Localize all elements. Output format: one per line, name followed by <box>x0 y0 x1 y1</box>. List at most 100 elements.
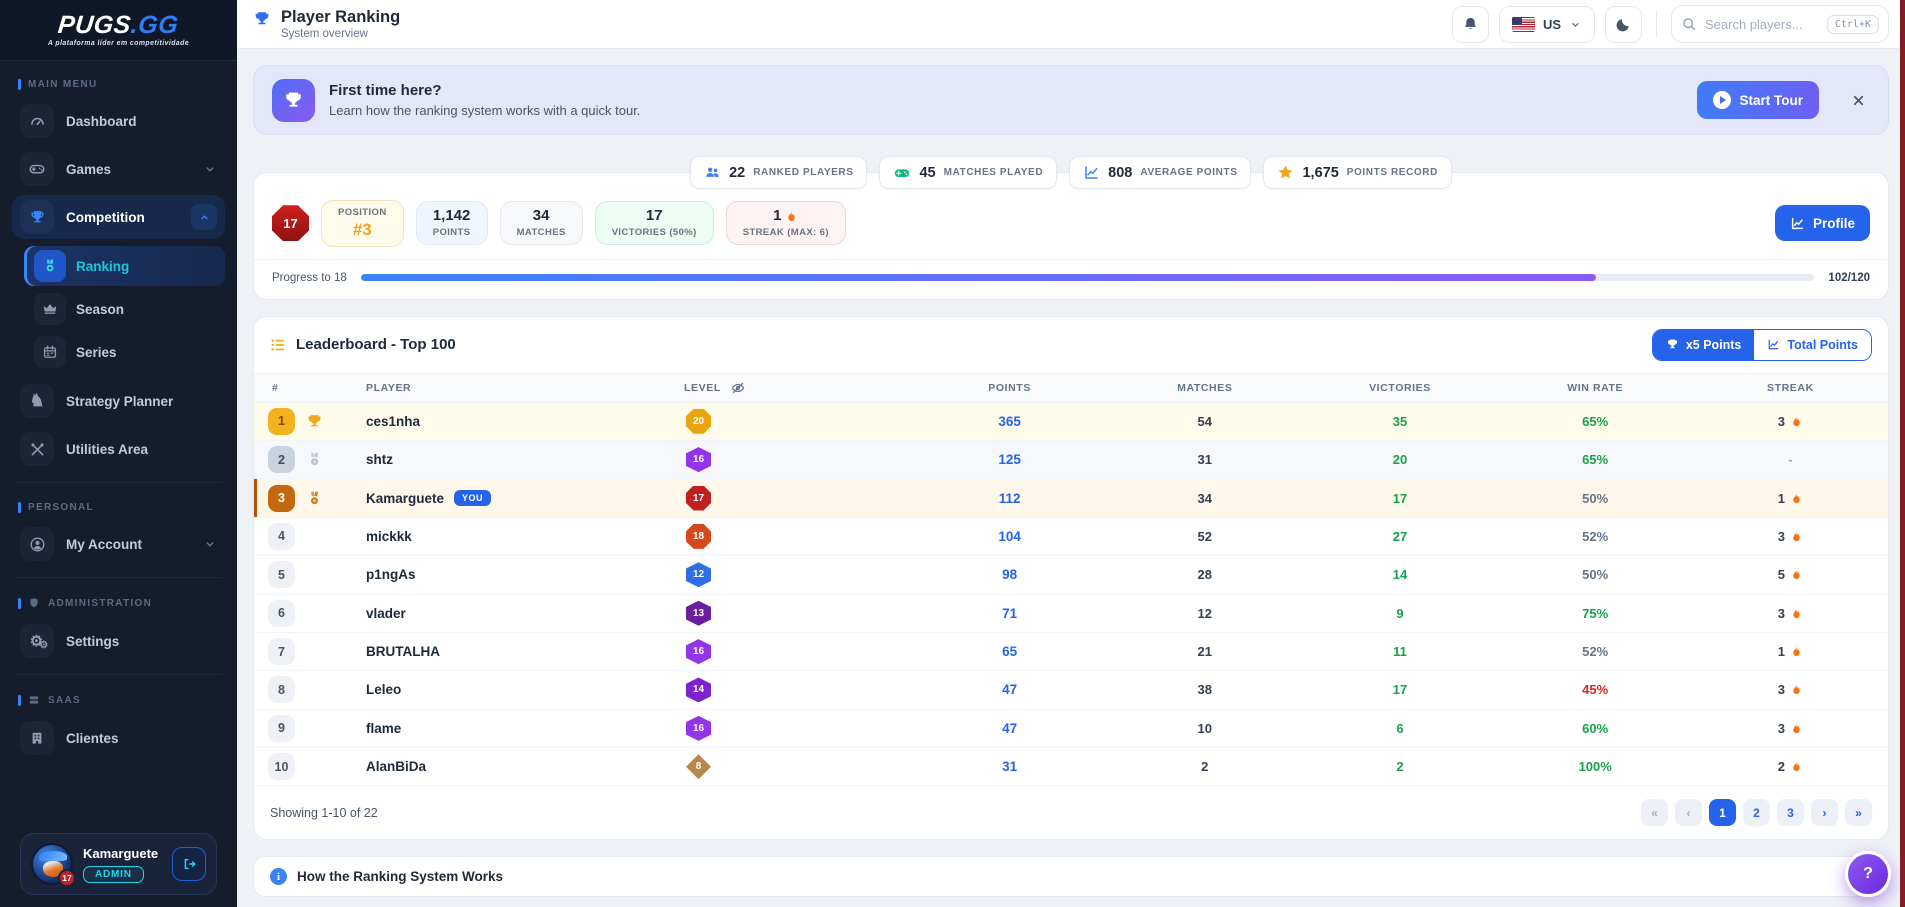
rank-badge: 6 <box>268 600 295 627</box>
streak-value: 3 <box>1778 529 1785 544</box>
stat-ranked-players: 22 RANKED PLAYERS <box>690 156 867 189</box>
last-page-button[interactable]: » <box>1845 799 1872 826</box>
streak-value: - <box>1788 452 1792 467</box>
trophy-icon <box>253 10 271 28</box>
player-name: ces1nha <box>366 414 420 429</box>
how-it-works-title: How the Ranking System Works <box>297 869 503 884</box>
matches-value: 54 <box>1107 414 1302 429</box>
profile-button[interactable]: Profile <box>1775 205 1870 241</box>
flame-icon <box>1790 492 1803 505</box>
victories-value: 17 <box>1302 491 1497 506</box>
sidebar-item-strategy-planner[interactable]: ♞ Strategy Planner <box>12 379 225 423</box>
sidebar-divider <box>14 577 223 578</box>
question-icon: ? <box>1863 865 1873 883</box>
victories-value: 27 <box>1302 529 1497 544</box>
user-role-badge: ADMIN <box>83 866 144 883</box>
section-administration: ADMINISTRATION <box>18 597 219 610</box>
next-page-button[interactable]: › <box>1811 799 1838 826</box>
points-value[interactable]: 47 <box>1002 682 1017 697</box>
app-logo[interactable]: PUGS.GG A plataforma líder em competitiv… <box>0 0 237 61</box>
trophy-icon <box>20 200 54 234</box>
streak-value: 5 <box>1778 567 1785 582</box>
search-box[interactable]: Ctrl+K <box>1671 5 1889 43</box>
page-button-2[interactable]: 2 <box>1743 799 1770 826</box>
points-value[interactable]: 31 <box>1002 759 1017 774</box>
shield-icon <box>28 597 41 610</box>
rank-badge: 4 <box>268 523 295 550</box>
sidebar-item-competition[interactable]: Competition <box>12 195 225 239</box>
page-scrollbar[interactable] <box>1900 0 1905 907</box>
victories-pill: 17 VICTORIES (50%) <box>595 201 714 245</box>
logo-tagline: A plataforma líder em competitividade <box>48 40 189 47</box>
table-row[interactable]: 4 mickkk 18 104 52 27 52% 3 <box>254 518 1888 556</box>
language-selector[interactable]: US <box>1499 6 1595 43</box>
table-row[interactable]: 9 flame 16 47 10 6 60% 3 <box>254 710 1888 748</box>
sidebar-item-series[interactable]: Series <box>24 332 225 372</box>
eye-off-icon[interactable] <box>730 380 746 396</box>
notifications-button[interactable] <box>1452 6 1489 43</box>
table-row[interactable]: 5 p1ngAs 12 98 28 14 50% 5 <box>254 556 1888 594</box>
x5-points-button[interactable]: x5 Points <box>1653 330 1755 360</box>
search-input[interactable] <box>1705 17 1819 32</box>
table-row[interactable]: 8 Leleo 14 47 38 17 45% 3 <box>254 671 1888 709</box>
you-badge: YOU <box>454 490 491 506</box>
sidebar-item-settings[interactable]: ⚙⚙ Settings <box>12 619 225 663</box>
help-fab[interactable]: ? <box>1845 851 1891 897</box>
points-value[interactable]: 47 <box>1002 721 1017 736</box>
table-row[interactable]: 6 vlader 13 71 12 9 75% 3 <box>254 595 1888 633</box>
dark-mode-toggle[interactable] <box>1605 6 1642 43</box>
points-value[interactable]: 104 <box>998 529 1021 544</box>
total-points-button[interactable]: Total Points <box>1754 330 1871 360</box>
sidebar-item-games[interactable]: Games <box>12 147 225 191</box>
trophy-medal-icon <box>306 413 323 430</box>
table-row[interactable]: 1 ces1nha 20 365 54 35 65% 3 <box>254 403 1888 441</box>
win-rate-value: 65% <box>1582 414 1608 429</box>
page-button-1[interactable]: 1 <box>1709 799 1736 826</box>
prev-page-button[interactable]: ‹ <box>1675 799 1702 826</box>
sidebar-item-label: Utilities Area <box>66 442 148 457</box>
table-row[interactable]: 7 BRUTALHA 16 65 21 11 52% 1 <box>254 633 1888 671</box>
table-header: # PLAYER LEVEL POINTS MATCHES VICTORIES … <box>254 373 1888 403</box>
table-row[interactable]: 2 shtz 16 125 31 20 65% - <box>254 441 1888 479</box>
page-button-3[interactable]: 3 <box>1777 799 1804 826</box>
banner-close-button[interactable] <box>1847 89 1870 112</box>
sidebar-item-season[interactable]: Season <box>24 289 225 329</box>
user-card[interactable]: 17 Kamarguete ADMIN <box>20 833 217 895</box>
win-rate-value: 50% <box>1582 491 1608 506</box>
points-value[interactable]: 112 <box>999 491 1021 506</box>
sidebar-item-label: Ranking <box>76 259 129 274</box>
start-tour-button[interactable]: Start Tour <box>1697 81 1820 119</box>
points-value[interactable]: 125 <box>998 452 1021 467</box>
sidebar-item-label: Games <box>66 162 111 177</box>
stat-value: 808 <box>1108 165 1132 181</box>
table-row[interactable]: 10 AlanBiDa 8 31 2 2 100% 2 <box>254 748 1888 786</box>
points-value[interactable]: 65 <box>1002 644 1017 659</box>
rank-badge: 8 <box>268 676 295 703</box>
sidebar-item-ranking[interactable]: Ranking <box>24 246 225 286</box>
points-value[interactable]: 365 <box>998 414 1021 429</box>
how-it-works-accordion[interactable]: i How the Ranking System Works <box>253 856 1889 897</box>
sidebar-item-clientes[interactable]: Clientes <box>12 716 225 760</box>
crown-icon <box>34 293 66 325</box>
rank-badge: 3 <box>268 485 295 512</box>
sidebar-item-utilities-area[interactable]: Utilities Area <box>12 427 225 471</box>
points-value[interactable]: 98 <box>1002 567 1017 582</box>
matches-value: 12 <box>1107 606 1302 621</box>
level-badge: 17 <box>272 205 309 241</box>
progress-fill <box>361 274 1597 281</box>
sidebar-item-label: Dashboard <box>66 114 137 129</box>
language-label: US <box>1543 17 1561 32</box>
sidebar: PUGS.GG A plataforma líder em competitiv… <box>0 0 237 907</box>
leaderboard-header: Leaderboard - Top 100 x5 Points Total Po… <box>254 317 1888 373</box>
stat-value: 45 <box>919 165 935 181</box>
points-value[interactable]: 71 <box>1002 606 1017 621</box>
sidebar-item-my-account[interactable]: My Account <box>12 522 225 566</box>
sidebar-item-dashboard[interactable]: Dashboard <box>12 99 225 143</box>
player-name: Leleo <box>366 682 401 697</box>
flame-icon <box>1790 683 1803 696</box>
level-badge: 16 <box>686 447 711 472</box>
user-name: Kamarguete <box>83 846 158 861</box>
logout-button[interactable] <box>172 847 206 881</box>
first-page-button[interactable]: « <box>1641 799 1668 826</box>
table-row[interactable]: 3 Kamarguete YOU 17 112 34 17 50% 1 <box>254 479 1888 517</box>
